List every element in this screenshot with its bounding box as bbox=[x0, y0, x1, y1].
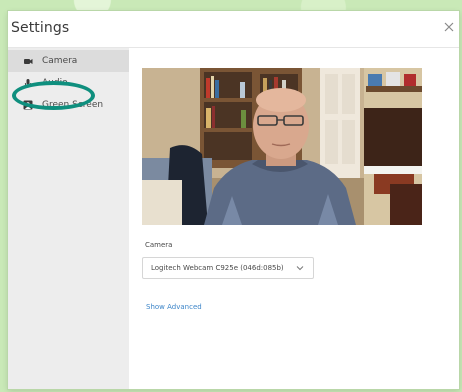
camera-select[interactable]: Logitech Webcam C925e (046d:085b) bbox=[142, 257, 314, 279]
sidebar-item-audio[interactable]: Audio bbox=[8, 72, 129, 94]
dialog-header: Settings bbox=[8, 11, 459, 48]
sidebar-item-label: Green Screen bbox=[42, 100, 104, 110]
camera-icon bbox=[24, 59, 33, 64]
microphone-icon bbox=[24, 79, 32, 88]
sidebar-item-label: Audio bbox=[42, 78, 68, 88]
green-screen-icon bbox=[23, 100, 33, 110]
settings-dialog: Settings Camera Audio Green Screen Camer… bbox=[8, 11, 459, 389]
close-icon bbox=[444, 22, 454, 32]
dialog-title: Settings bbox=[11, 20, 70, 36]
show-advanced-link[interactable]: Show Advanced bbox=[146, 303, 202, 311]
webcam-preview-image bbox=[142, 68, 422, 225]
sidebar-item-camera[interactable]: Camera bbox=[8, 50, 129, 72]
chevron-down-icon bbox=[296, 266, 304, 271]
sidebar-item-label: Camera bbox=[42, 56, 78, 66]
close-button[interactable] bbox=[441, 19, 457, 35]
webcam-preview bbox=[142, 68, 422, 225]
camera-settings-panel: Camera Logitech Webcam C925e (046d:085b)… bbox=[129, 48, 459, 389]
settings-sidebar: Camera Audio Green Screen bbox=[8, 48, 129, 389]
camera-field-label: Camera bbox=[145, 241, 173, 249]
sidebar-item-green-screen[interactable]: Green Screen bbox=[8, 94, 129, 116]
camera-select-value: Logitech Webcam C925e (046d:085b) bbox=[151, 264, 284, 272]
